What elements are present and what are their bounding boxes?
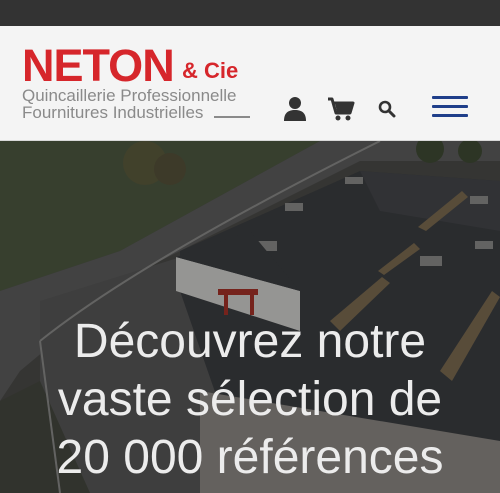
brand-rule (214, 116, 250, 118)
brand-logo[interactable]: NETON & Cie Quincaillerie Professionnell… (22, 42, 254, 122)
hero-banner: Découvrez notre vaste sélection de 20 00… (0, 141, 500, 493)
hero-heading-line-3: 20 000 références (56, 431, 444, 484)
search-icon (378, 100, 396, 118)
menu-icon (432, 96, 468, 99)
cart-button[interactable] (326, 92, 356, 126)
brand-name: NETON (22, 40, 175, 91)
user-icon (284, 97, 306, 121)
menu-icon-bar (432, 114, 468, 117)
hero-heading-line-1: Découvrez notre (73, 315, 427, 368)
site-header: NETON & Cie Quincaillerie Professionnell… (0, 26, 500, 141)
cart-icon (328, 97, 355, 121)
menu-icon-bar (432, 105, 468, 108)
hero-heading-line-2: vaste sélection de (57, 373, 443, 426)
hero-heading: Découvrez notre vaste sélection de 20 00… (0, 313, 500, 487)
top-bar (0, 0, 500, 26)
menu-button[interactable] (432, 96, 468, 120)
account-button[interactable] (280, 92, 310, 126)
brand-tagline-2: Fournitures Industrielles (22, 103, 204, 122)
brand-suffix: & Cie (182, 58, 239, 83)
search-button[interactable] (372, 92, 402, 126)
